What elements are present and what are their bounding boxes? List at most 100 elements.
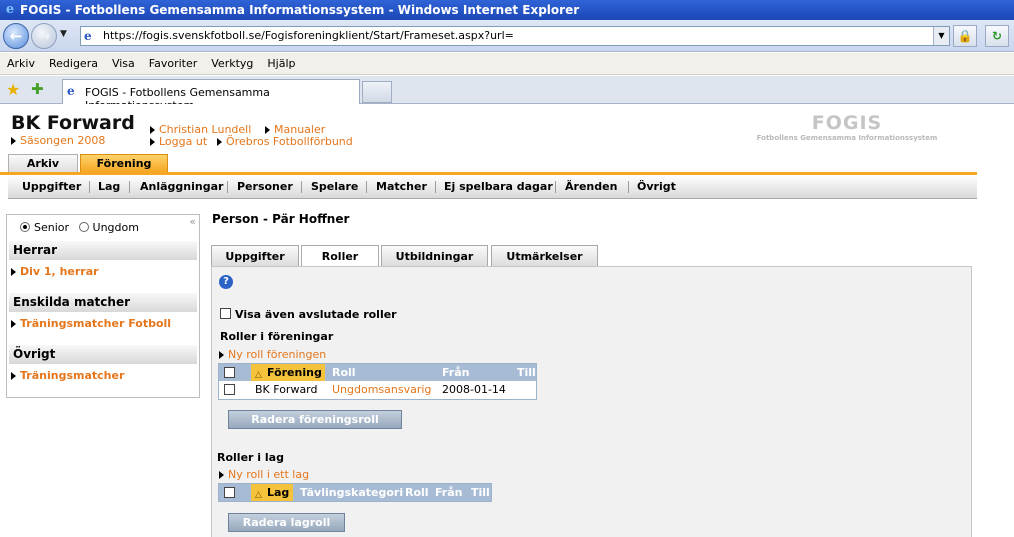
nav-separator [301, 181, 302, 193]
radio-ungdom-label: Ungdom [92, 221, 139, 234]
radio-ungdom[interactable] [78, 222, 89, 232]
new-tab-button[interactable] [362, 81, 392, 103]
sub-navigation: Uppgifter Lag Anläggningar Personer Spel… [8, 175, 977, 199]
arrow-icon [11, 268, 16, 276]
tab-roller[interactable]: Roller [301, 245, 379, 267]
url-dropdown-icon[interactable]: ▼ [933, 27, 949, 45]
browser-tab[interactable]: e FOGIS - Fotbollens Gemensamma Informat… [62, 79, 360, 112]
logo-subtitle: Fotbollens Gemensamma Informationssystem [756, 134, 938, 142]
col-fran[interactable]: Från [435, 484, 463, 501]
subnav-personer[interactable]: Personer [237, 175, 293, 199]
arrow-icon [219, 351, 224, 359]
history-dropdown-icon[interactable]: ▼ [60, 29, 67, 39]
nav-separator [129, 181, 130, 193]
menu-hjalp[interactable]: Hjälp [260, 53, 302, 75]
club-roles-title: Roller i föreningar [220, 330, 334, 343]
cell-from: 2008-01-14 [442, 383, 506, 396]
table-header: △ Förening Roll Från Till [219, 364, 536, 381]
subnav-spelare[interactable]: Spelare [311, 175, 358, 199]
sidebar-section-herrar: Herrar [9, 241, 197, 260]
club-roles-table: △ Förening Roll Från Till BK Forward Ungd… [218, 363, 537, 400]
col-roll[interactable]: Roll [405, 484, 429, 501]
table-row: BK Forward Ungdomsansvarig 2008-01-14 [219, 381, 536, 399]
col-lag[interactable]: △ Lag [251, 484, 293, 501]
ie-logo-icon: e [5, 2, 15, 17]
menu-verktyg[interactable]: Verktyg [204, 53, 260, 75]
window-title: FOGIS - Fotbollens Gemensamma Informatio… [20, 3, 580, 17]
add-favorite-icon[interactable]: ✚ [31, 80, 44, 98]
col-till[interactable]: Till [517, 364, 536, 381]
district-link[interactable]: Örebros Fotbollförbund [217, 135, 353, 148]
row-checkbox[interactable] [224, 384, 235, 395]
subnav-anlaggningar[interactable]: Anläggningar [140, 175, 223, 199]
delete-club-role-button[interactable]: Radera föreningsroll [228, 410, 402, 429]
show-ended-checkbox[interactable] [220, 308, 231, 319]
col-fran[interactable]: Från [442, 364, 470, 381]
refresh-icon[interactable]: ↻ [985, 25, 1009, 47]
nav-separator [435, 181, 436, 193]
page-content: BK Forward Säsongen 2008 Christian Lunde… [0, 104, 1014, 537]
subnav-arenden[interactable]: Ärenden [565, 175, 617, 199]
window-titlebar: e FOGIS - Fotbollens Gemensamma Informat… [0, 0, 1014, 20]
subnav-lag[interactable]: Lag [98, 175, 120, 199]
show-ended-roles[interactable]: Visa även avslutade roller [220, 308, 397, 321]
col-forening[interactable]: △ Förening [251, 364, 325, 381]
menu-redigera[interactable]: Redigera [42, 53, 105, 75]
back-arrow-icon[interactable]: ← [3, 23, 29, 49]
url-text: https://fogis.svenskfotboll.se/Fogisfore… [103, 29, 514, 42]
subnav-uppgifter[interactable]: Uppgifter [22, 175, 81, 199]
cell-role-link[interactable]: Ungdomsansvarig [332, 381, 431, 399]
favorites-star-icon[interactable]: ★ [6, 80, 20, 99]
nav-separator [227, 181, 228, 193]
table-header: △ Lag Tävlingskategori Roll Från Till [219, 484, 491, 501]
tab-utmarkelser[interactable]: Utmärkelser [491, 245, 598, 266]
sidebar-link-traningsmatcher-fotboll[interactable]: Träningsmatcher Fotboll [11, 317, 171, 330]
arrow-icon [217, 138, 222, 146]
subnav-ej-spelbara-dagar[interactable]: Ej spelbara dagar [444, 175, 553, 199]
nav-separator [89, 181, 90, 193]
delete-team-role-button[interactable]: Radera lagroll [228, 513, 345, 532]
tab-arkiv[interactable]: Arkiv [8, 154, 78, 172]
team-roles-title: Roller i lag [217, 451, 284, 464]
age-filter: Senior Ungdom [20, 221, 139, 234]
tab-forening[interactable]: Förening [80, 154, 168, 172]
sidebar: « Senior Ungdom Herrar Div 1, herrar Ens… [6, 214, 200, 398]
subnav-matcher[interactable]: Matcher [376, 175, 427, 199]
radio-senior-label: Senior [34, 221, 70, 234]
arrow-icon [265, 126, 270, 134]
sidebar-link-traningsmatcher[interactable]: Träningsmatcher [11, 369, 124, 382]
arrow-icon [150, 138, 155, 146]
menu-favoriter[interactable]: Favoriter [142, 53, 204, 75]
team-roles-table: △ Lag Tävlingskategori Roll Från Till [218, 483, 492, 502]
add-team-role-link[interactable]: Ny roll i ett lag [219, 468, 309, 481]
tab-utbildningar[interactable]: Utbildningar [381, 245, 488, 266]
sidebar-link-div1[interactable]: Div 1, herrar [11, 265, 99, 278]
col-roll[interactable]: Roll [332, 364, 356, 381]
arrow-icon [150, 126, 155, 134]
help-icon[interactable]: ? [219, 275, 233, 289]
collapse-icon[interactable]: « [189, 215, 196, 228]
forward-arrow-icon[interactable]: → [31, 23, 57, 49]
address-bar[interactable]: e https://fogis.svenskfotboll.se/Fogisfo… [80, 26, 950, 46]
lock-icon[interactable]: 🔒 [953, 25, 977, 47]
subnav-ovrigt[interactable]: Övrigt [637, 175, 676, 199]
radio-senior[interactable] [20, 222, 30, 232]
select-all-checkbox[interactable] [224, 487, 235, 498]
add-club-role-link[interactable]: Ny roll föreningen [219, 348, 326, 361]
tab-page-icon: e [67, 84, 75, 98]
page-title: Person - Pär Hoffner [212, 212, 350, 226]
tab-uppgifter[interactable]: Uppgifter [211, 245, 299, 266]
menu-visa[interactable]: Visa [105, 53, 142, 75]
menu-arkiv[interactable]: Arkiv [0, 53, 42, 75]
sidebar-section-ovrigt: Övrigt [9, 345, 197, 364]
logout-link[interactable]: Logga ut [150, 135, 207, 148]
nav-separator [628, 181, 629, 193]
col-tavlingskategori[interactable]: Tävlingskategori [300, 484, 403, 501]
col-till[interactable]: Till [471, 484, 490, 501]
tab-bar: ★ ✚ e FOGIS - Fotbollens Gemensamma Info… [0, 76, 1014, 112]
arrow-icon [11, 320, 16, 328]
season-link[interactable]: Säsongen 2008 [11, 134, 105, 147]
nav-separator [366, 181, 367, 193]
select-all-checkbox[interactable] [224, 367, 235, 378]
arrow-icon [11, 372, 16, 380]
